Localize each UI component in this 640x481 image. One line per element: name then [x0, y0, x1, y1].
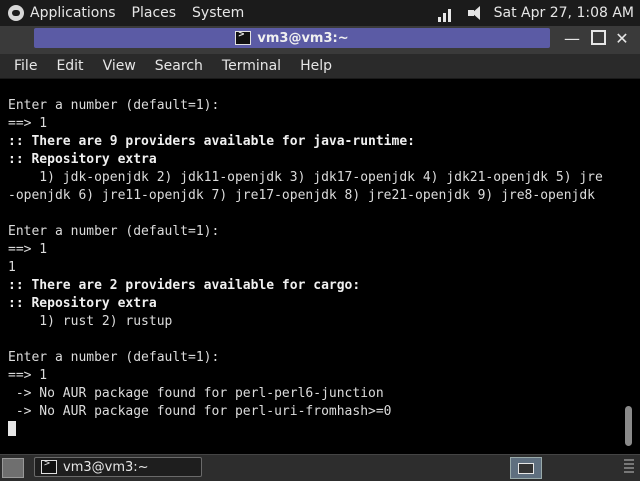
terminal-prompt-line	[8, 421, 618, 439]
terminal-icon	[235, 29, 252, 45]
clock[interactable]: Sat Apr 27, 1:08 AM	[494, 5, 634, 21]
bottom-taskbar: vm3@vm3:~	[0, 454, 640, 481]
terminal-line: :: Repository extra	[8, 296, 157, 311]
menu-terminal[interactable]: Terminal	[212, 54, 290, 78]
terminal-line: ==> 1	[8, 368, 48, 383]
text-cursor	[8, 421, 16, 436]
taskbar-item-label: vm3@vm3:~	[63, 459, 149, 475]
menu-file[interactable]: File	[0, 54, 46, 78]
applications-menu[interactable]: Applications	[24, 0, 126, 26]
volume-icon[interactable]	[466, 4, 484, 22]
terminal-scrollbar[interactable]	[618, 79, 640, 454]
network-icon[interactable]	[437, 4, 456, 22]
terminal-line: :: There are 2 providers available for c…	[8, 278, 361, 293]
gnome-foot-icon[interactable]	[8, 5, 24, 21]
show-desktop-button[interactable]	[2, 458, 24, 478]
terminal-line: 1) jdk-openjdk 2) jdk11-openjdk 3) jdk17…	[8, 170, 603, 185]
system-menu[interactable]: System	[186, 0, 254, 26]
window-titlebar[interactable]: vm3@vm3:~ — ✕	[0, 26, 640, 54]
terminal-line: :: Repository extra	[8, 152, 157, 167]
terminal-line: :: There are 9 providers available for j…	[8, 134, 415, 149]
maximize-button[interactable]	[588, 30, 608, 48]
panel-handle[interactable]	[624, 459, 634, 475]
top-panel: Applications Places System Sat Apr 27, 1…	[0, 0, 640, 26]
menu-view[interactable]: View	[93, 54, 145, 78]
places-menu[interactable]: Places	[126, 0, 187, 26]
terminal-icon	[41, 458, 57, 474]
terminal-line: -openjdk 6) jre11-openjdk 7) jre17-openj…	[8, 188, 595, 203]
terminal-menubar: File Edit View Search Terminal Help	[0, 54, 640, 79]
minimize-button[interactable]: —	[562, 30, 582, 48]
taskbar-item-terminal[interactable]: vm3@vm3:~	[34, 457, 202, 477]
menu-search[interactable]: Search	[145, 54, 212, 78]
terminal-line: 1) rust 2) rustup	[8, 314, 173, 329]
menu-help[interactable]: Help	[290, 54, 341, 78]
menu-edit[interactable]: Edit	[46, 54, 92, 78]
maximize-icon	[590, 30, 606, 45]
terminal-line: -> No AUR package found for perl-uri-fro…	[8, 404, 392, 419]
terminal-line: Enter a number (default=1):	[8, 98, 220, 113]
terminal-output[interactable]: Enter a number (default=1): ==> 1:: There…	[0, 79, 618, 454]
terminal-line: Enter a number (default=1):	[8, 224, 220, 239]
terminal-window: vm3@vm3:~ — ✕ File Edit View Search Term…	[0, 26, 640, 454]
window-title-area[interactable]: vm3@vm3:~	[34, 28, 550, 48]
workspace-switcher[interactable]	[510, 457, 542, 479]
terminal-line: Enter a number (default=1):	[8, 350, 220, 365]
terminal-line: ==> 1	[8, 242, 48, 257]
terminal-line: -> No AUR package found for perl-perl6-j…	[8, 386, 384, 401]
window-title: vm3@vm3:~	[257, 30, 349, 46]
close-button[interactable]: ✕	[612, 30, 632, 48]
terminal-line: ==> 1	[8, 116, 48, 131]
scrollbar-thumb[interactable]	[625, 406, 632, 446]
terminal-line: 1	[8, 260, 16, 275]
